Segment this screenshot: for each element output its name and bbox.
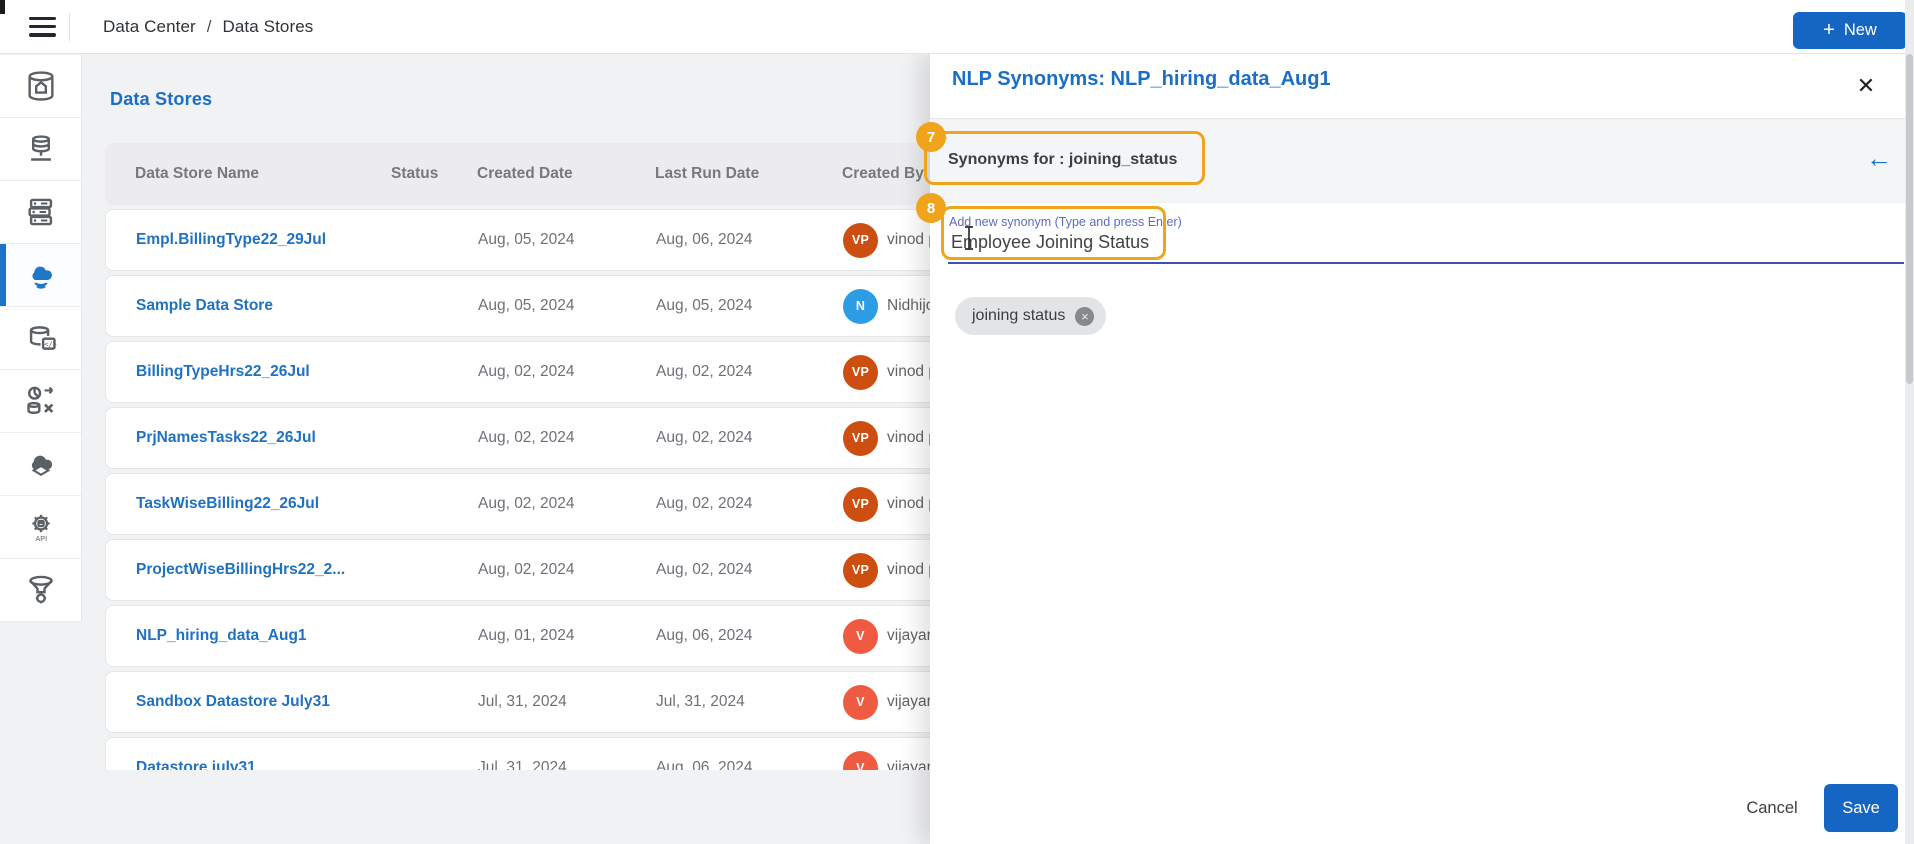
datastore-last-run-date: Jul, 31, 2024 [656, 672, 745, 732]
cancel-button[interactable]: Cancel [1736, 784, 1808, 832]
topbar: Data Center / Data Stores + New [0, 0, 1914, 54]
scrollbar-thumb[interactable] [1906, 54, 1913, 384]
datastore-created-date: Jul, 31, 2024 [478, 672, 567, 732]
api-gear-icon: API [24, 510, 58, 544]
datastore-created-date: Aug, 05, 2024 [478, 210, 575, 270]
svg-text:API: API [35, 534, 47, 543]
avatar: VP [843, 487, 878, 522]
datastore-created-date: Aug, 02, 2024 [478, 540, 575, 600]
datastore-name-link[interactable]: TaskWiseBilling22_26Jul [136, 474, 319, 534]
created-by-name: vijayar [887, 738, 932, 770]
sidebar-item-servers[interactable] [0, 181, 81, 244]
avatar: V [843, 619, 878, 654]
svg-text:</>: </> [44, 340, 56, 348]
column-header-created-by: Created By [842, 143, 924, 205]
datastore-last-run-date: Aug, 02, 2024 [656, 540, 753, 600]
datastore-last-run-date: Aug, 02, 2024 [656, 408, 753, 468]
avatar: V [843, 751, 878, 771]
column-header-last-run: Last Run Date [655, 143, 759, 205]
datastore-created-date: Aug, 05, 2024 [478, 276, 575, 336]
datastore-created-date: Aug, 02, 2024 [478, 408, 575, 468]
database-network-icon [24, 132, 58, 166]
datastore-name-link[interactable]: PrjNamesTasks22_26Jul [136, 408, 316, 468]
datastore-created-date: Aug, 02, 2024 [478, 474, 575, 534]
cloud-datastore-icon [24, 258, 58, 292]
avatar: VP [843, 355, 878, 390]
app-window: Data Center / Data Stores + New [0, 0, 1914, 844]
datastore-name-link[interactable]: BillingTypeHrs22_26Jul [136, 342, 310, 402]
avatar: V [843, 685, 878, 720]
datastore-name-link[interactable]: NLP_hiring_data_Aug1 [136, 606, 307, 666]
synonym-input-label: Add new synonym (Type and press Enter) [949, 215, 1182, 229]
data-transfer-icon [24, 384, 58, 418]
server-rack-icon [24, 195, 58, 229]
breadcrumb-separator: / [207, 17, 212, 37]
cloud-layers-icon [24, 447, 58, 481]
datastore-last-run-date: Aug, 02, 2024 [656, 474, 753, 534]
database-home-icon [24, 69, 58, 103]
column-header-created: Created Date [477, 143, 573, 205]
column-header-name: Data Store Name [135, 143, 259, 205]
avatar: N [843, 289, 878, 324]
column-header-status: Status [391, 143, 438, 205]
breadcrumb-data-stores: Data Stores [223, 17, 314, 37]
screen-corner-artifact [0, 0, 5, 14]
avatar: VP [843, 553, 878, 588]
page-title: Data Stores [110, 89, 212, 110]
close-icon[interactable]: ✕ [1850, 70, 1882, 102]
breadcrumb-data-center[interactable]: Data Center [103, 17, 196, 37]
datastore-name-link[interactable]: Sandbox Datastore July31 [136, 672, 330, 732]
topbar-divider [69, 13, 70, 41]
synonyms-for-label: Synonyms for : joining_status [948, 151, 1177, 169]
sidebar-item-data-sources[interactable] [0, 118, 81, 181]
sidebar-item-funnel[interactable] [0, 559, 81, 622]
new-button-label: New [1844, 21, 1877, 40]
funnel-gear-icon [24, 573, 58, 607]
datastore-last-run-date: Aug, 02, 2024 [656, 342, 753, 402]
datastore-last-run-date: Aug, 06, 2024 [656, 738, 753, 770]
cloud-code-icon: </> [24, 321, 58, 355]
menu-button[interactable] [29, 17, 57, 38]
synonym-input[interactable]: Employee Joining Status [951, 232, 1149, 253]
nlp-synonyms-panel: NLP Synonyms: NLP_hiring_data_Aug1 ✕ Syn… [930, 54, 1914, 844]
hamburger-icon [29, 17, 56, 20]
created-by-name: vijayar [887, 606, 932, 666]
datastore-last-run-date: Aug, 06, 2024 [656, 210, 753, 270]
synonym-chip: joining status × [955, 297, 1106, 335]
sidebar-nav: </> API [0, 55, 82, 622]
sidebar-item-cloud-layers[interactable] [0, 433, 81, 496]
chip-label: joining status [972, 307, 1065, 325]
sidebar-item-api[interactable]: API [0, 496, 81, 559]
plus-icon: + [1823, 20, 1835, 40]
back-arrow-icon[interactable]: ← [1866, 145, 1892, 171]
datastore-name-link[interactable]: ProjectWiseBillingHrs22_2... [136, 540, 345, 600]
sidebar-item-data-center-home[interactable] [0, 55, 81, 118]
datastore-name-link[interactable]: Sample Data Store [136, 276, 273, 336]
datastore-name-link[interactable]: Empl.BillingType22_29Jul [136, 210, 326, 270]
datastore-created-date: Aug, 02, 2024 [478, 342, 575, 402]
datastore-last-run-date: Aug, 06, 2024 [656, 606, 753, 666]
panel-title: NLP Synonyms: NLP_hiring_data_Aug1 [952, 68, 1331, 91]
created-by-name: Nidhijo [887, 276, 934, 336]
datastore-created-date: Aug, 01, 2024 [478, 606, 575, 666]
sidebar-item-cloud-code[interactable]: </> [0, 307, 81, 370]
datastore-last-run-date: Aug, 05, 2024 [656, 276, 753, 336]
datastore-name-link[interactable]: Datastore july31 [136, 738, 256, 770]
sidebar-item-data-stores[interactable] [0, 244, 81, 307]
save-button[interactable]: Save [1824, 784, 1898, 832]
scrollbar-track[interactable] [1905, 0, 1914, 844]
input-underline [948, 262, 1904, 264]
datastore-created-date: Jul, 31, 2024 [478, 738, 567, 770]
avatar: VP [843, 421, 878, 456]
breadcrumb: Data Center / Data Stores [103, 0, 313, 54]
sidebar-item-data-transfer[interactable] [0, 370, 81, 433]
new-button[interactable]: + New [1793, 12, 1907, 49]
created-by-name: vijayar [887, 672, 932, 732]
avatar: VP [843, 223, 878, 258]
chip-remove-icon[interactable]: × [1075, 307, 1094, 326]
